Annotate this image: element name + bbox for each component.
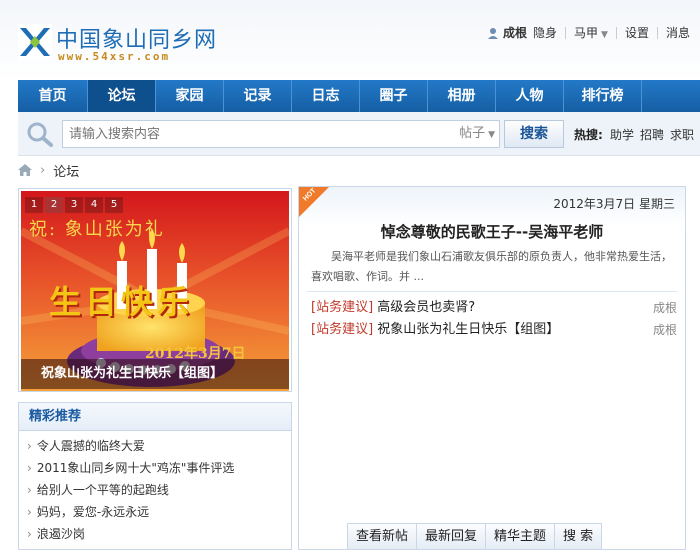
nav-item-groups[interactable]: 圈子	[360, 80, 428, 112]
tab-search[interactable]: 搜 索	[554, 523, 603, 549]
search-type-label: 帖子	[459, 126, 486, 141]
user-icon	[488, 27, 498, 39]
search-button[interactable]: 搜索	[504, 120, 564, 148]
divider	[565, 26, 567, 39]
post-title-link[interactable]: 高级会员也卖肾?	[377, 300, 475, 315]
nav-item-people[interactable]: 人物	[496, 80, 564, 112]
list-item[interactable]: 令人震撼的临终大爱	[27, 435, 291, 457]
list-item[interactable]: 2011象山同乡网十大"鸡冻"事件评选	[27, 457, 291, 479]
slide-caption[interactable]: 祝象山张为礼生日快乐【组图】	[21, 359, 289, 389]
tab-latest-replies[interactable]: 最新回复	[416, 523, 487, 549]
breadcrumb: › 论坛	[18, 160, 79, 180]
post-author-link[interactable]: 成根	[653, 319, 677, 341]
nav-item-ranking[interactable]: 排行榜	[564, 80, 642, 112]
slide-page-button[interactable]: 4	[85, 197, 103, 213]
list-item[interactable]: 妈妈，爱您-永远永远	[27, 501, 291, 523]
hot-search-label: 热搜:	[574, 128, 603, 142]
image-slideshow[interactable]: 祝: 象山张为礼 生日快乐 2012年3月7日 1 2 3 4 5 祝象山张为礼…	[18, 188, 292, 392]
slide-page-button[interactable]: 1	[25, 197, 43, 213]
search-box: 帖子▼	[62, 120, 500, 148]
nav-item-home-space[interactable]: 家园	[156, 80, 224, 112]
chevron-right-icon: ›	[40, 162, 46, 178]
featured-box: 精彩推荐 令人震撼的临终大爱 2011象山同乡网十大"鸡冻"事件评选 给别人一个…	[18, 402, 292, 550]
site-logo-icon[interactable]	[18, 24, 52, 60]
table-row: [站务建议] 祝象山张为礼生日快乐【组图】 成根	[311, 319, 677, 341]
user-links: 成根 隐身 马甲 ▼ 设置 消息	[487, 24, 690, 41]
slide-pager: 1 2 3 4 5	[25, 197, 123, 213]
hot-search-link[interactable]: 助学	[610, 126, 634, 143]
headline-summary: 吴海平老师是我们象山石浦歌友俱乐部的原负责人，他非常热爱生活，喜欢唱歌、作词。并…	[311, 250, 672, 283]
messages-link[interactable]: 消息	[666, 24, 690, 41]
hot-search-link[interactable]: 招聘	[640, 126, 664, 143]
divider	[656, 26, 658, 39]
nav-item-forum[interactable]: 论坛	[88, 80, 156, 112]
nav-item-album[interactable]: 相册	[428, 80, 496, 112]
search-bar: 帖子▼ 搜索 热搜: 助学 招聘 求职	[18, 112, 700, 156]
slide-greeting: 祝: 象山张为礼	[29, 219, 165, 240]
nav-item-home[interactable]: 首页	[18, 80, 88, 112]
hot-badge-icon: HOT	[299, 187, 329, 217]
list-item[interactable]: 浪遏沙岗	[27, 523, 291, 545]
username-link[interactable]: 成根	[503, 24, 527, 41]
featured-list: 令人震撼的临终大爱 2011象山同乡网十大"鸡冻"事件评选 给别人一个平等的起跑…	[19, 431, 291, 545]
slide-page-button[interactable]: 5	[105, 197, 123, 213]
settings-link[interactable]: 设置	[625, 24, 649, 41]
slide-page-button[interactable]: 2	[45, 197, 63, 213]
post-author-link[interactable]: 成根	[653, 297, 677, 319]
nav-item-records[interactable]: 记录	[224, 80, 292, 112]
chevron-down-icon: ▼	[488, 130, 495, 140]
main-nav: 首页 论坛 家园 记录 日志 圈子 相册 人物 排行榜	[18, 80, 700, 112]
slide-page-button[interactable]: 3	[65, 197, 83, 213]
home-icon[interactable]	[18, 164, 32, 176]
alt-account-menu[interactable]: 马甲 ▼	[574, 24, 608, 41]
header: 中国象山同乡网 www.54xsr.com 成根 隐身 马甲 ▼ 设置 消息	[0, 0, 700, 80]
divider	[615, 26, 617, 39]
search-icon	[27, 122, 53, 147]
headline-link[interactable]: 悼念尊敬的民歌王子--吴海平老师	[299, 221, 685, 242]
table-row: [站务建议] 高级会员也卖肾? 成根	[311, 297, 677, 319]
post-category-link[interactable]: [站务建议]	[311, 322, 373, 337]
post-title-link[interactable]: 祝象山张为礼生日快乐【组图】	[377, 322, 559, 337]
hot-search-link[interactable]: 求职	[670, 126, 694, 143]
search-input[interactable]	[69, 121, 449, 147]
alt-account-label: 马甲	[574, 26, 599, 40]
panel-date: 2012年3月7日 星期三	[553, 197, 675, 211]
tab-featured-topics[interactable]: 精华主题	[485, 523, 556, 549]
breadcrumb-current: 论坛	[53, 164, 80, 180]
featured-title: 精彩推荐	[19, 403, 291, 431]
news-panel: HOT 2012年3月7日 星期三 悼念尊敬的民歌王子--吴海平老师 吴海平老师…	[298, 186, 686, 550]
post-category-link[interactable]: [站务建议]	[311, 300, 373, 315]
list-item[interactable]: 给别人一个平等的起跑线	[27, 479, 291, 501]
site-url: www.54xsr.com	[58, 50, 171, 63]
invisible-toggle[interactable]: 隐身	[533, 24, 557, 41]
tab-new-posts[interactable]: 查看新帖	[347, 523, 418, 549]
panel-tabs: 查看新帖 最新回复 精华主题 搜 索	[347, 523, 603, 549]
slide-birthday-text: 生日快乐	[49, 283, 194, 321]
chevron-down-icon: ▼	[601, 30, 608, 40]
search-type-select[interactable]: 帖子 ▼	[459, 121, 495, 147]
nav-item-blog[interactable]: 日志	[292, 80, 360, 112]
divider	[307, 291, 677, 292]
